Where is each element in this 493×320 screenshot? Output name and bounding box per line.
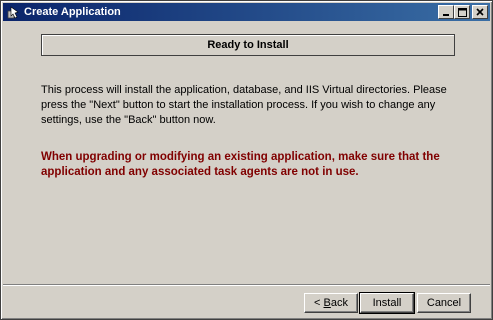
close-button[interactable] [472,5,488,19]
cancel-button[interactable]: Cancel [417,293,471,313]
maximize-icon [457,7,467,17]
create-application-dialog: Create Application Ready to Install This… [0,0,493,320]
window-controls [438,5,488,19]
minimize-icon [443,14,449,16]
back-label-rest: ack [330,297,348,309]
install-description: This process will install the applicatio… [41,84,447,126]
back-prefix: < [314,297,324,309]
upgrade-warning: When upgrading or modifying an existing … [41,151,440,178]
back-button[interactable]: < Back [304,293,358,313]
minimize-button[interactable] [438,5,454,19]
close-icon [476,8,484,16]
step-title: Ready to Install [207,39,289,51]
button-separator [3,284,490,286]
title-bar[interactable]: Create Application [3,3,490,21]
step-header: Ready to Install [41,34,455,56]
back-mnemonic: B [323,297,331,309]
maximize-button[interactable] [454,5,470,19]
install-button[interactable]: Install [359,292,415,314]
setup-wizard-icon [6,5,20,19]
window-title: Create Application [24,6,121,18]
